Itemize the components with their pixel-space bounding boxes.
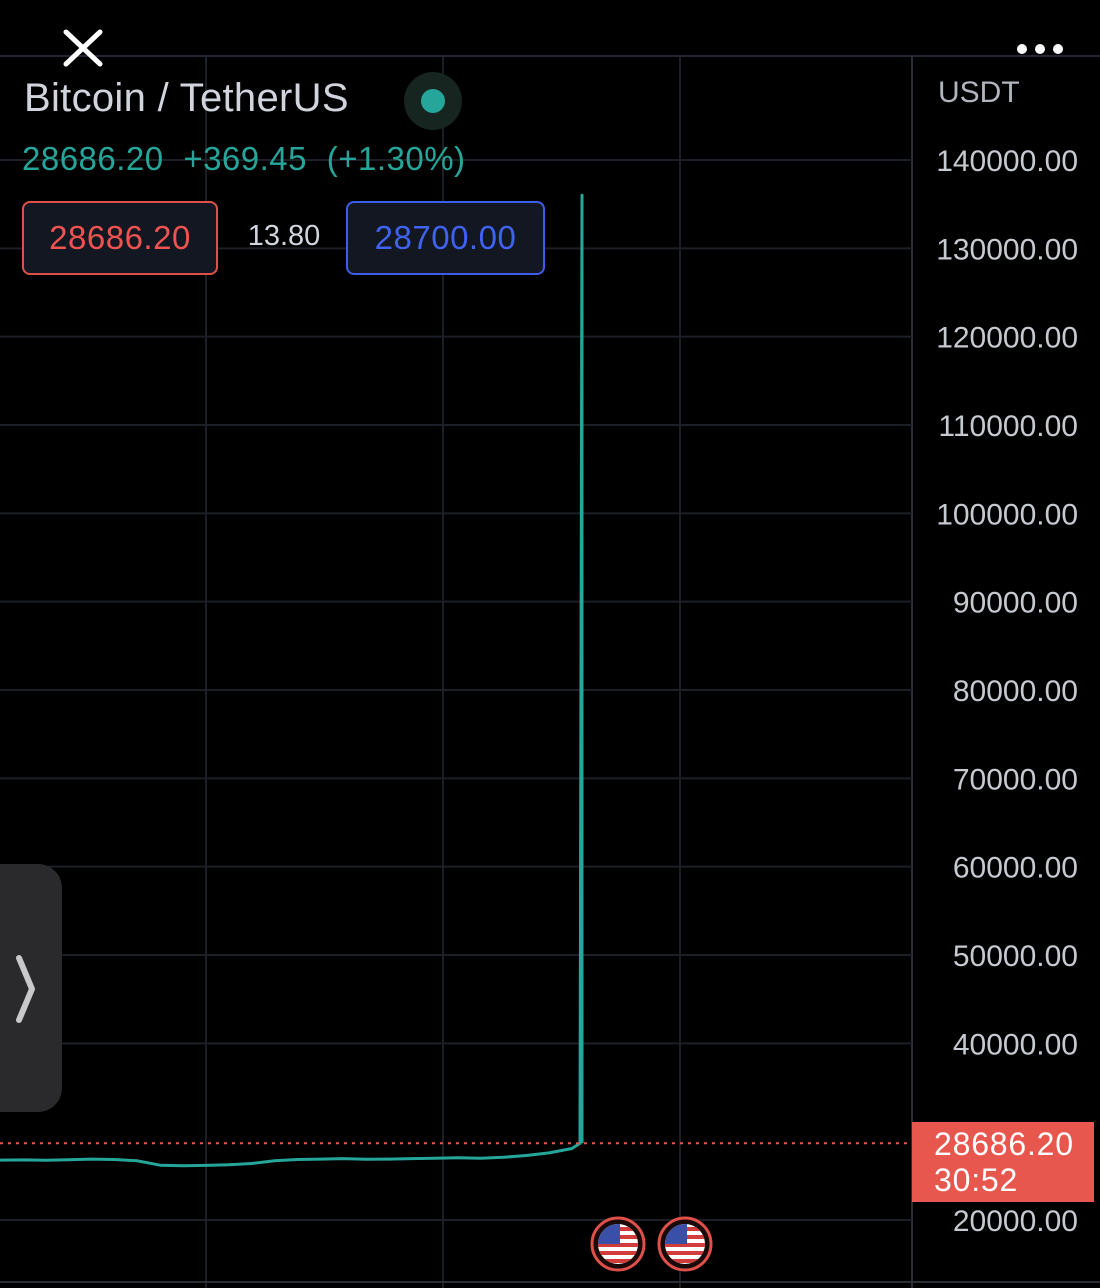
price-tick-label: 90000.00 bbox=[953, 587, 1078, 620]
price-series bbox=[0, 193, 912, 1168]
us-flag-icon bbox=[590, 1216, 646, 1272]
price-tick-label: 70000.00 bbox=[953, 763, 1078, 796]
symbol-title[interactable]: Bitcoin / TetherUS bbox=[24, 76, 349, 121]
top-bar bbox=[0, 0, 1100, 67]
axis-currency-label[interactable]: USDT bbox=[938, 76, 1020, 110]
price-tick-label: 60000.00 bbox=[953, 852, 1078, 885]
sell-button[interactable]: 28686.20 bbox=[22, 201, 218, 275]
price-axis: 140000.00 130000.00 120000.00 110000.00 1000… bbox=[936, 145, 1078, 1238]
buy-button[interactable]: 28700.00 bbox=[346, 201, 545, 275]
price-tick-label: 40000.00 bbox=[953, 1028, 1078, 1061]
economic-event-badge[interactable] bbox=[590, 1216, 646, 1272]
price-change-percent: (+1.30%) bbox=[326, 140, 466, 177]
close-icon bbox=[63, 29, 103, 67]
price-summary: 28686.20 +369.45 (+1.30%) bbox=[22, 140, 476, 178]
price-tick-label: 120000.00 bbox=[936, 322, 1078, 355]
price-tick-label: 50000.00 bbox=[953, 940, 1078, 973]
price-chart[interactable]: 140000.00 130000.00 120000.00 110000.00 1000… bbox=[0, 0, 1100, 1288]
close-button[interactable] bbox=[56, 24, 112, 76]
price-tick-label: 20000.00 bbox=[953, 1205, 1078, 1238]
last-price: 28686.20 bbox=[22, 140, 164, 177]
price-tick-label: 100000.00 bbox=[936, 498, 1078, 531]
more-horizontal-icon bbox=[1017, 44, 1063, 54]
price-tick-label: 110000.00 bbox=[938, 410, 1078, 443]
price-line bbox=[0, 193, 584, 1168]
chevron-right-icon bbox=[16, 955, 35, 1023]
price-tick-label: 80000.00 bbox=[953, 675, 1078, 708]
price-tick-label: 130000.00 bbox=[936, 233, 1078, 266]
expand-panel-button[interactable] bbox=[0, 864, 62, 1112]
economic-event-badge[interactable] bbox=[657, 1216, 713, 1272]
bar-countdown: 30:52 bbox=[934, 1162, 1019, 1198]
more-options-button[interactable] bbox=[1008, 34, 1072, 64]
last-price-tag: 28686.20 30:52 bbox=[912, 1122, 1094, 1202]
market-status-indicator bbox=[404, 72, 462, 130]
price-tick-label: 140000.00 bbox=[936, 145, 1078, 178]
spread-value: 13.80 bbox=[247, 220, 321, 252]
market-open-dot-icon bbox=[421, 89, 445, 113]
us-flag-icon bbox=[657, 1216, 713, 1272]
last-price-tag-value: 28686.20 bbox=[934, 1126, 1074, 1162]
price-change: +369.45 bbox=[183, 140, 308, 177]
